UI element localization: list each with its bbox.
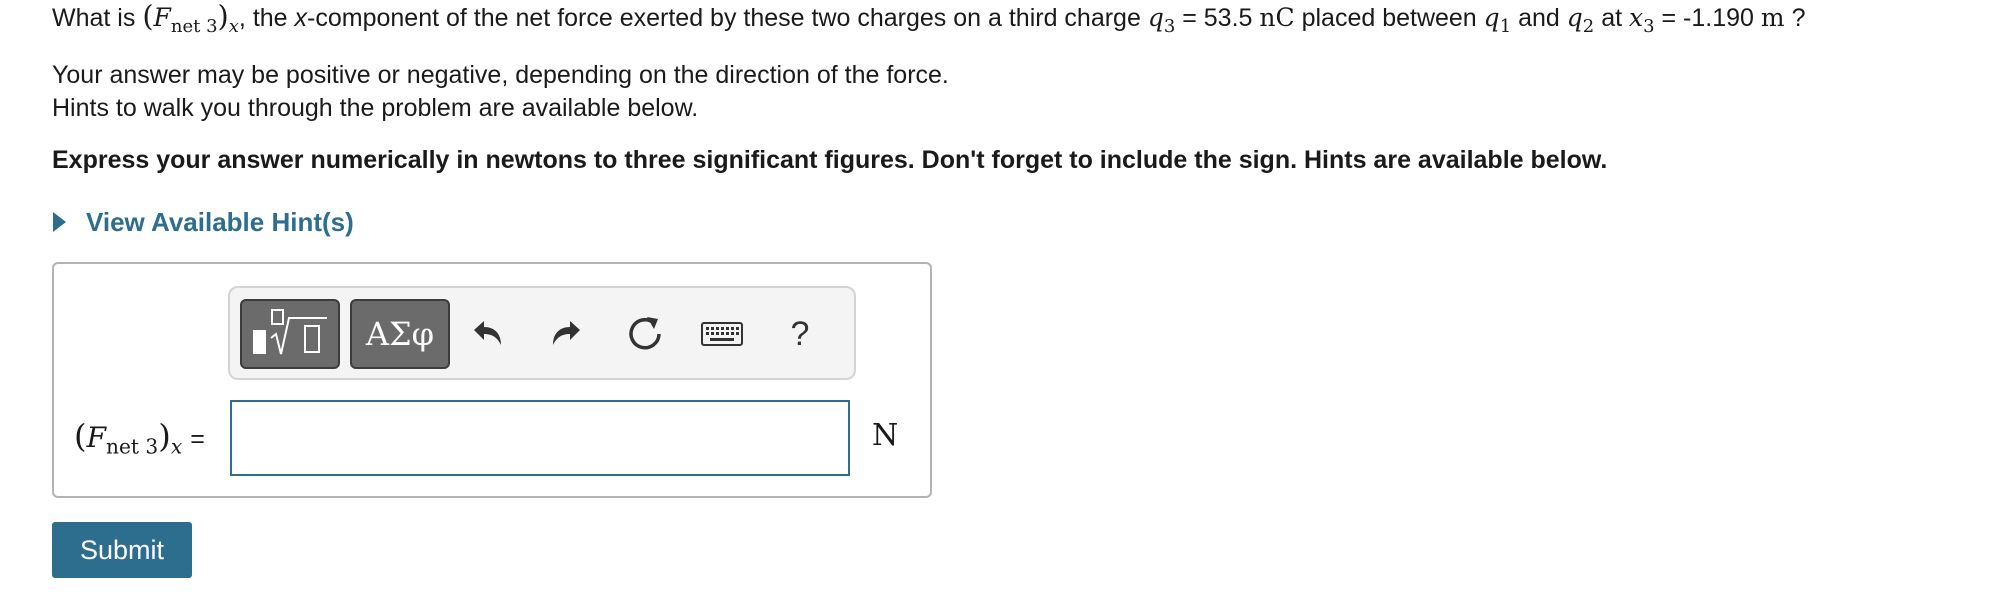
x3-value: = -1.190 bbox=[1661, 4, 1754, 32]
caret-right-icon bbox=[53, 212, 66, 232]
math-toolbar: ΑΣφ ? bbox=[228, 286, 856, 380]
answer-instruction: Express your answer numerically in newto… bbox=[52, 146, 1608, 174]
sign-note: Your answer may be positive or negative,… bbox=[52, 61, 949, 89]
view-hints-label: View Available Hint(s) bbox=[86, 206, 354, 237]
q1-symbol: q1 bbox=[1483, 3, 1512, 37]
q3-unit: nC bbox=[1259, 3, 1295, 32]
x-word: x bbox=[294, 4, 308, 32]
view-hints-link[interactable]: View Available Hint(s) bbox=[50, 204, 354, 240]
q2-symbol: q2 bbox=[1566, 3, 1595, 37]
keyboard-button[interactable] bbox=[696, 306, 748, 362]
templates-button[interactable] bbox=[240, 299, 340, 369]
redo-icon bbox=[553, 321, 580, 345]
reset-icon bbox=[629, 317, 661, 350]
q3-symbol: q3 bbox=[1147, 3, 1176, 37]
at-text: at bbox=[1601, 4, 1623, 32]
and-text: and bbox=[1518, 4, 1560, 32]
question-mark: ? bbox=[1791, 4, 1806, 32]
answer-unit: N bbox=[872, 418, 899, 453]
help-icon: ? bbox=[790, 314, 810, 353]
redo-button[interactable] bbox=[540, 306, 592, 362]
undo-icon bbox=[474, 321, 501, 345]
question-intro: What is bbox=[52, 4, 136, 32]
question-desc-2: -component of the net force exerted by t… bbox=[307, 4, 1141, 32]
q3-value: = 53.5 bbox=[1182, 4, 1253, 32]
question-text: What is (Fnet 3)x, the x-component of th… bbox=[52, 0, 1806, 37]
greek-symbols-button[interactable]: ΑΣφ bbox=[350, 299, 450, 369]
hints-note: Hints to walk you through the problem ar… bbox=[52, 94, 699, 122]
question-desc-1: , the bbox=[238, 4, 288, 32]
help-button[interactable]: ? bbox=[774, 306, 826, 362]
answer-input[interactable] bbox=[230, 400, 850, 476]
greek-symbols-icon: ΑΣφ bbox=[365, 315, 435, 353]
templates-icon bbox=[253, 309, 327, 355]
answer-label: (Fnet 3)x = bbox=[74, 417, 205, 459]
reset-button[interactable] bbox=[620, 306, 672, 362]
x3-symbol: x3 bbox=[1629, 3, 1655, 37]
force-symbol: (Fnet 3)x bbox=[142, 0, 239, 37]
undo-button[interactable] bbox=[462, 306, 514, 362]
placed-between-text: placed between bbox=[1301, 4, 1477, 32]
keyboard-icon bbox=[701, 322, 743, 346]
submit-button[interactable]: Submit bbox=[52, 522, 192, 578]
x3-unit: m bbox=[1760, 3, 1785, 32]
